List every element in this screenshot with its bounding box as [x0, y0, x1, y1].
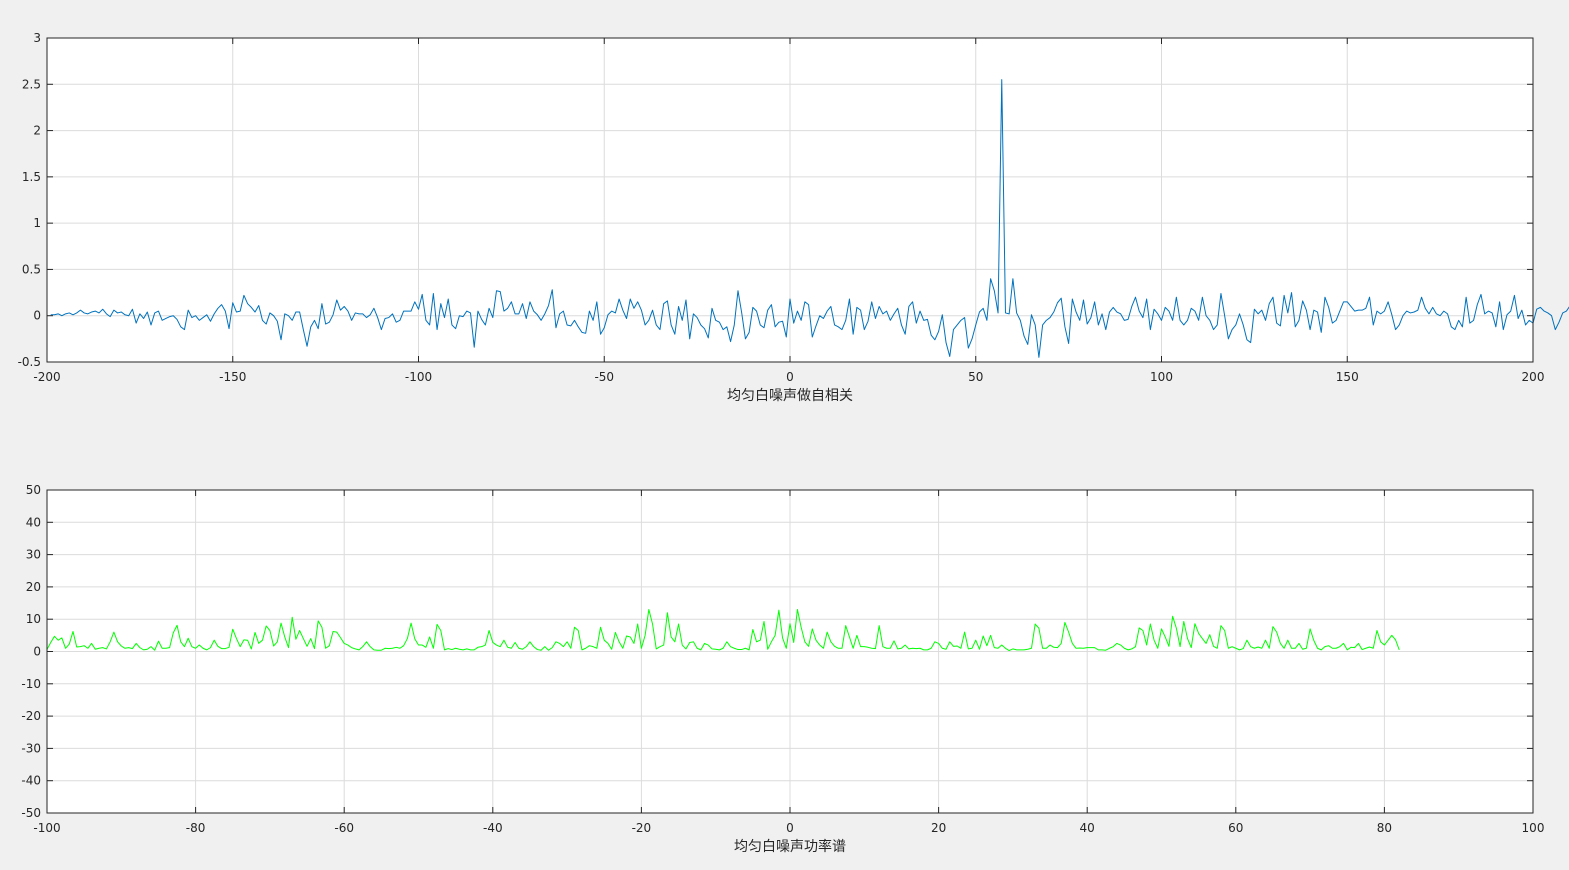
- figure: -200 -150 -100 -50 0 50 100 150 200-0.500.511.52…: [18, 31, 1569, 855]
- x-axis-label: 均匀白噪声做自相关: [727, 388, 853, 404]
- y-tick-label: -40: [21, 774, 41, 788]
- y-tick-label: 40: [26, 515, 41, 529]
- x-tick-label: -40: [483, 821, 503, 835]
- x-axis-label: 均匀白噪声功率谱: [734, 838, 846, 855]
- y-tick-label: -50: [21, 806, 41, 820]
- autocorrelation-axes: -200 -150 -100 -50 0 50 100 150 200 -0.5 0 0.5 1 1.5 2…: [18, 31, 1569, 404]
- y-tick-label: -30: [21, 741, 41, 755]
- y-tick-label: 0: [33, 645, 41, 659]
- x-tick-label: 60: [1228, 821, 1243, 835]
- y-tick-label: -10: [21, 677, 41, 691]
- x-tick-label: -100: [405, 370, 432, 384]
- x-tick-label: -150: [219, 370, 246, 384]
- x-tick-label: 50: [968, 370, 983, 384]
- x-tick-label: 20: [931, 821, 946, 835]
- power-spectrum-axes: -100 -80 -60 -40 -20 0 20 40 60 80 100-50-40-30-20…: [21, 483, 1544, 855]
- y-tick-label: 1: [33, 216, 41, 230]
- x-tick-label: 40: [1080, 821, 1095, 835]
- y-tick-label: 1.5: [22, 170, 41, 184]
- y-tick-label: 10: [26, 612, 41, 626]
- y-tick-label: 3: [33, 31, 41, 45]
- x-tick-label: 100: [1150, 370, 1173, 384]
- y-tick-label: 0: [33, 309, 41, 323]
- x-tick-label: -50: [594, 370, 614, 384]
- x-tick-label: 150: [1336, 370, 1359, 384]
- x-tick-label: -80: [186, 821, 206, 835]
- y-tick-label: 2: [33, 124, 41, 138]
- x-tick-label: -20: [632, 821, 652, 835]
- y-tick-label: 2.5: [22, 77, 41, 91]
- x-tick-label: -60: [334, 821, 354, 835]
- y-tick-label: 20: [26, 580, 41, 594]
- x-tick-label: 0: [786, 821, 794, 835]
- x-tick-label: 200: [1522, 370, 1545, 384]
- x-tick-label: 80: [1377, 821, 1392, 835]
- x-tick-label: 100: [1522, 821, 1545, 835]
- x-tick-label: -200: [33, 370, 60, 384]
- y-tick-label: 30: [26, 548, 41, 562]
- y-tick-label: 0.5: [22, 262, 41, 276]
- y-tick-label: -0.5: [18, 355, 41, 369]
- x-tick-label: -100: [33, 821, 60, 835]
- y-tick-label: -20: [21, 709, 41, 723]
- y-tick-label: 50: [26, 483, 41, 497]
- x-tick-label: 0: [786, 370, 794, 384]
